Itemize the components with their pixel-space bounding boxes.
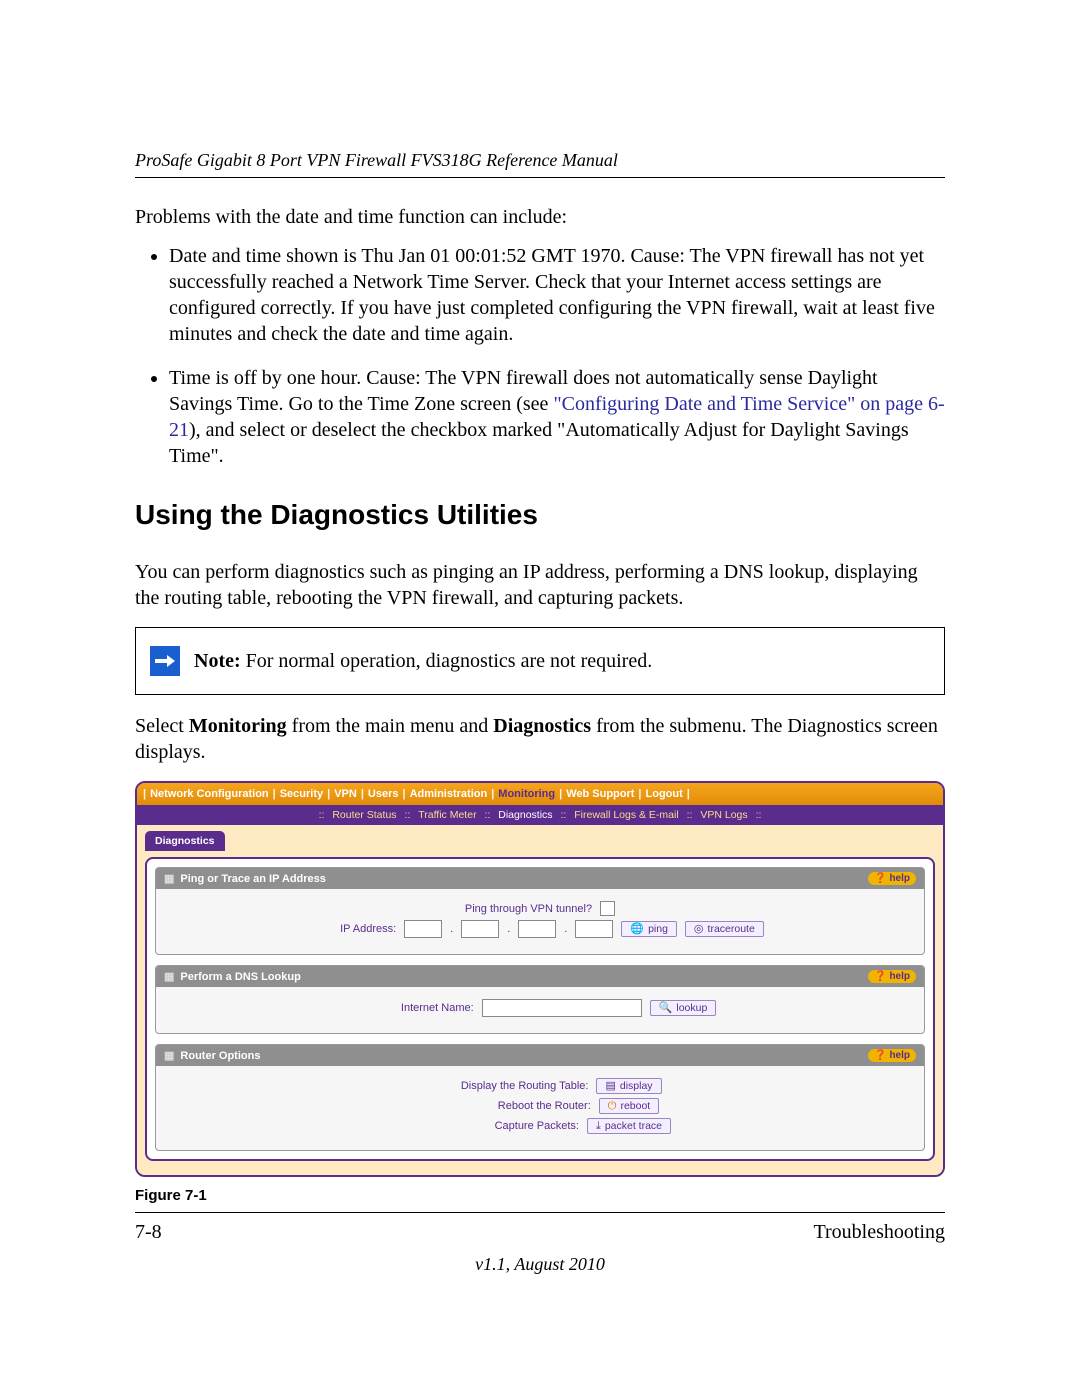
- display-button[interactable]: ▤ display: [596, 1078, 661, 1094]
- figure-caption: Figure 7-1: [135, 1187, 945, 1204]
- button-label: display: [620, 1080, 653, 1092]
- ping-vpn-label: Ping through VPN tunnel?: [465, 903, 592, 915]
- instruction-paragraph: Select Monitoring from the main menu and…: [135, 713, 945, 765]
- section-icon: ▦: [164, 1049, 174, 1062]
- submenu-item-traffic-meter[interactable]: Traffic Meter: [418, 809, 476, 821]
- menu-item-security[interactable]: Security: [280, 788, 323, 800]
- page-number: 7-8: [135, 1221, 162, 1244]
- list-item: Date and time shown is Thu Jan 01 00:01:…: [169, 243, 945, 347]
- help-label: help: [889, 971, 910, 982]
- menu-item-administration[interactable]: Administration: [410, 788, 488, 800]
- bullet-text-after: ), and select or deselect the checkbox m…: [169, 419, 909, 467]
- footer-version: v1.1, August 2010: [135, 1254, 945, 1275]
- traceroute-button[interactable]: ◎ traceroute: [685, 921, 764, 937]
- list-item: Time is off by one hour. Cause: The VPN …: [169, 365, 945, 469]
- ping-button[interactable]: 🌐 ping: [621, 921, 677, 937]
- lookup-button[interactable]: 🔍lookup: [650, 1000, 717, 1016]
- footer-section-name: Troubleshooting: [813, 1221, 945, 1244]
- help-label: help: [889, 873, 910, 884]
- ping-vpn-checkbox[interactable]: [600, 901, 615, 916]
- router-options-section: ▦ Router Options ❓ help Display the Rout…: [155, 1044, 925, 1151]
- button-label: ping: [648, 923, 668, 935]
- text-fragment: from the main menu and: [287, 715, 494, 737]
- tab-strip: Diagnostics: [145, 831, 935, 851]
- help-icon: ❓: [874, 1050, 886, 1061]
- capture-icon: ⤓: [596, 1121, 601, 1132]
- section-paragraph: You can perform diagnostics such as ping…: [135, 559, 945, 611]
- globe-icon: 🌐: [630, 924, 644, 935]
- help-icon: ❓: [874, 873, 886, 884]
- internet-name-label: Internet Name:: [364, 1002, 474, 1014]
- tab-diagnostics[interactable]: Diagnostics: [145, 831, 225, 851]
- text-bold: Monitoring: [189, 715, 287, 737]
- text-fragment: Select: [135, 715, 189, 737]
- main-menu-bar: | Network Configuration | Security | VPN…: [137, 783, 943, 805]
- submenu-bar: :: Router Status :: Traffic Meter :: Dia…: [137, 805, 943, 825]
- arrow-right-icon: [150, 646, 180, 676]
- ip-address-label: IP Address:: [316, 923, 396, 935]
- help-icon: ❓: [874, 971, 886, 982]
- reboot-label: Reboot the Router:: [421, 1100, 591, 1112]
- help-button[interactable]: ❓ help: [868, 970, 916, 983]
- target-icon: ◎: [694, 924, 704, 935]
- internet-name-input[interactable]: [482, 999, 642, 1017]
- bullet-text: Date and time shown is Thu Jan 01 00:01:…: [169, 245, 935, 345]
- dns-section: ▦ Perform a DNS Lookup ❓ help Internet N…: [155, 965, 925, 1034]
- section-title: Perform a DNS Lookup: [180, 971, 300, 983]
- menu-item-users[interactable]: Users: [368, 788, 399, 800]
- submenu-item-router-status[interactable]: Router Status: [332, 809, 396, 821]
- submenu-item-firewall-logs[interactable]: Firewall Logs & E-mail: [574, 809, 678, 821]
- bullet-list: Date and time shown is Thu Jan 01 00:01:…: [135, 243, 945, 469]
- section-icon: ▦: [164, 970, 174, 983]
- packet-trace-button[interactable]: ⤓ packet trace: [587, 1118, 671, 1134]
- help-button[interactable]: ❓ help: [868, 872, 916, 885]
- search-icon: 🔍: [659, 1003, 673, 1014]
- section-title: Router Options: [180, 1050, 260, 1062]
- reboot-button[interactable]: ⏻reboot: [599, 1098, 659, 1114]
- footer-rule: 7-8 Troubleshooting v1.1, August 2010: [135, 1212, 945, 1275]
- note-label: Note:: [194, 650, 241, 672]
- intro-paragraph: Problems with the date and time function…: [135, 206, 945, 229]
- button-label: traceroute: [708, 923, 755, 935]
- menu-item-network-configuration[interactable]: Network Configuration: [150, 788, 269, 800]
- ip-octet-2-input[interactable]: [461, 920, 499, 938]
- note-text: Note: For normal operation, diagnostics …: [194, 650, 652, 673]
- diagnostics-screenshot: | Network Configuration | Security | VPN…: [135, 781, 945, 1177]
- ping-section: ▦ Ping or Trace an IP Address ❓ help Pin…: [155, 867, 925, 955]
- table-icon: ▤: [605, 1081, 615, 1092]
- menu-item-web-support[interactable]: Web Support: [566, 788, 634, 800]
- ip-octet-1-input[interactable]: [404, 920, 442, 938]
- text-bold: Diagnostics: [493, 715, 591, 737]
- section-heading: Using the Diagnostics Utilities: [135, 499, 945, 531]
- button-label: lookup: [676, 1002, 707, 1014]
- running-head: ProSafe Gigabit 8 Port VPN Firewall FVS3…: [135, 150, 945, 178]
- section-icon: ▦: [164, 872, 174, 885]
- submenu-item-diagnostics[interactable]: Diagnostics: [498, 809, 552, 821]
- menu-item-monitoring[interactable]: Monitoring: [498, 788, 555, 800]
- submenu-item-vpn-logs[interactable]: VPN Logs: [700, 809, 747, 821]
- note-callout: Note: For normal operation, diagnostics …: [135, 627, 945, 695]
- routing-table-label: Display the Routing Table:: [418, 1080, 588, 1092]
- note-body: For normal operation, diagnostics are no…: [241, 650, 653, 672]
- menu-item-logout[interactable]: Logout: [646, 788, 683, 800]
- power-icon: ⏻: [608, 1101, 617, 1112]
- ip-octet-4-input[interactable]: [575, 920, 613, 938]
- help-button[interactable]: ❓ help: [868, 1049, 916, 1062]
- button-label: reboot: [620, 1100, 650, 1112]
- button-label: packet trace: [605, 1120, 662, 1132]
- capture-packets-label: Capture Packets:: [409, 1120, 579, 1132]
- section-title: Ping or Trace an IP Address: [180, 873, 326, 885]
- diagnostics-panel: ▦ Ping or Trace an IP Address ❓ help Pin…: [145, 857, 935, 1161]
- help-label: help: [889, 1050, 910, 1061]
- menu-item-vpn[interactable]: VPN: [334, 788, 357, 800]
- ip-octet-3-input[interactable]: [518, 920, 556, 938]
